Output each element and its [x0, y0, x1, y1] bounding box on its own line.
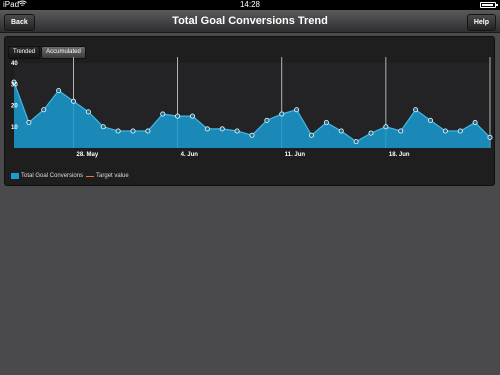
data-point[interactable] [219, 126, 225, 132]
legend-swatch-target [86, 175, 95, 177]
data-point[interactable] [234, 128, 240, 134]
status-time: 14:28 [239, 0, 261, 9]
data-point[interactable] [398, 128, 404, 134]
status-bar: iPad 14:28 [0, 0, 500, 10]
help-button[interactable]: Help [466, 14, 496, 31]
data-point[interactable] [353, 139, 359, 145]
data-point[interactable] [308, 132, 314, 138]
data-point[interactable] [338, 128, 344, 134]
data-point[interactable] [249, 132, 255, 138]
y-tick-label: 20 [11, 104, 18, 110]
tab-bar: Trended Accumulated [8, 40, 87, 59]
data-point[interactable] [204, 126, 210, 132]
data-point[interactable] [41, 107, 47, 113]
x-tick-label: 28. May [77, 152, 99, 158]
data-point[interactable] [71, 98, 77, 104]
navigation-bar: Back Total Goal Conversions Trend Help [0, 10, 500, 33]
data-point[interactable] [115, 128, 121, 134]
data-point[interactable] [85, 109, 91, 115]
data-point[interactable] [56, 88, 62, 94]
area-chart[interactable]: 10 20 30 40 28. May 4. Jun 11. Jun 18. Jun [5, 55, 494, 171]
data-point[interactable] [323, 120, 329, 126]
chart-legend: Total Goal Conversions Target value [11, 171, 129, 181]
data-point[interactable] [264, 117, 270, 123]
data-point[interactable] [442, 128, 448, 134]
data-point[interactable] [427, 117, 433, 123]
legend-swatch-conversions [11, 173, 19, 179]
battery-icon [480, 2, 498, 8]
y-tick-label: 10 [11, 125, 18, 131]
data-point[interactable] [145, 128, 151, 134]
data-point[interactable] [487, 134, 493, 140]
data-point[interactable] [279, 111, 285, 117]
x-tick-label: 18. Jun [389, 152, 410, 158]
y-tick-label: 40 [11, 61, 18, 67]
data-point[interactable] [100, 124, 106, 130]
page-title: Total Goal Conversions Trend [172, 15, 328, 27]
data-point[interactable] [472, 120, 478, 126]
chart-panel: Trended Accumulated 10 20 30 40 28. May 4. Jun… [4, 36, 495, 186]
data-point[interactable] [457, 128, 463, 134]
legend-label-conversions[interactable]: Total Goal Conversions [21, 173, 83, 179]
data-point[interactable] [26, 120, 32, 126]
data-point[interactable] [189, 113, 195, 119]
data-point[interactable] [383, 124, 389, 130]
data-point[interactable] [130, 128, 136, 134]
data-point[interactable] [160, 111, 166, 117]
x-tick-label: 11. Jun [285, 152, 306, 158]
legend-label-target[interactable]: Target value [96, 173, 129, 179]
data-point[interactable] [413, 107, 419, 113]
x-tick-label: 4. Jun [181, 152, 199, 158]
data-point[interactable] [368, 130, 374, 136]
data-point[interactable] [175, 113, 181, 119]
y-tick-label: 30 [11, 82, 18, 88]
data-point[interactable] [294, 107, 300, 113]
